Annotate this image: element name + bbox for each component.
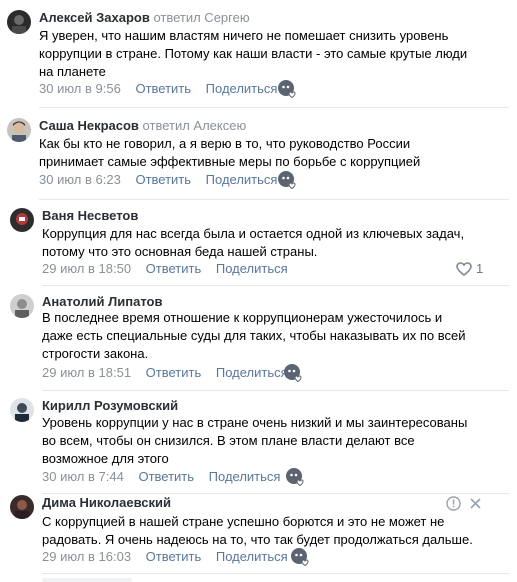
comment-text: Уровень коррупции у нас в стране очень н… — [42, 415, 468, 466]
replied-to[interactable]: ответил Алексею — [143, 118, 247, 133]
report-icon[interactable] — [446, 496, 461, 511]
reactions-icon[interactable] — [277, 78, 299, 100]
comment-author: Анатолий Липатов — [42, 294, 162, 310]
reply-button[interactable]: Ответить — [146, 549, 202, 564]
comment-author: Алексей Захаров ответил Сергею — [39, 10, 250, 26]
divider — [42, 285, 509, 286]
reactions-icon[interactable] — [290, 546, 312, 568]
divider — [42, 573, 509, 574]
reply-button[interactable]: Ответить — [135, 172, 191, 187]
reactions-icon[interactable] — [285, 466, 307, 488]
divider — [42, 390, 509, 391]
author-name[interactable]: Анатолий Липатов — [42, 294, 162, 309]
avatar[interactable] — [7, 10, 31, 34]
avatar[interactable] — [10, 208, 34, 232]
share-button[interactable]: Поделиться — [216, 365, 288, 380]
comment-text: Коррупция для нас всегда была и остается… — [42, 226, 465, 259]
author-name[interactable]: Дима Николаевский — [42, 495, 171, 510]
author-name[interactable]: Ваня Несветов — [42, 208, 138, 223]
share-button[interactable]: Поделиться — [206, 81, 278, 96]
share-button[interactable]: Поделиться — [209, 469, 281, 484]
avatar[interactable] — [10, 495, 34, 519]
comment-date[interactable]: 30 июл в 7:44 — [42, 469, 124, 484]
comment-author: Дима Николаевский — [42, 495, 171, 511]
share-button[interactable]: Поделиться — [216, 549, 288, 564]
comment-meta: 29 июл в 16:03 Ответить Поделиться — [42, 549, 288, 565]
comment-text: С коррупцией в нашей стране успешно борю… — [42, 514, 473, 547]
comment-meta: 30 июл в 9:56 Ответить Поделиться — [39, 81, 277, 97]
comment-author: Кирилл Розумовский — [42, 398, 178, 414]
divider — [39, 199, 509, 200]
comment-author: Саша Некрасов ответил Алексею — [39, 118, 246, 134]
comment-meta: 29 июл в 18:50 Ответить Поделиться — [42, 261, 288, 277]
close-icon[interactable] — [470, 498, 481, 509]
comment-text: В последнее время отношение к коррупцион… — [42, 310, 466, 361]
avatar[interactable] — [7, 118, 31, 142]
divider — [39, 107, 509, 108]
avatar[interactable] — [10, 294, 34, 318]
share-button[interactable]: Поделиться — [216, 261, 288, 276]
comment-meta: 29 июл в 18:51 Ответить Поделиться — [42, 365, 288, 381]
like-count: 1 — [476, 261, 484, 276]
comment-text: Как бы кто не говорил, а я верю в то, чт… — [39, 136, 421, 169]
author-name[interactable]: Кирилл Розумовский — [42, 398, 178, 413]
author-name[interactable]: Саша Некрасов — [39, 118, 139, 133]
reply-button[interactable]: Ответить — [135, 81, 191, 96]
reactions-icon[interactable] — [283, 362, 305, 384]
avatar[interactable] — [10, 398, 34, 422]
comment-meta: 30 июл в 6:23 Ответить Поделиться — [39, 172, 277, 188]
share-button[interactable]: Поделиться — [206, 172, 278, 187]
reply-button[interactable]: Ответить — [138, 469, 194, 484]
loading-placeholder — [42, 578, 132, 582]
comment-text: Я уверен, что нашим властям ничего не по… — [39, 28, 468, 79]
heart-icon — [456, 262, 472, 277]
replied-to[interactable]: ответил Сергею — [153, 10, 249, 25]
comment-date[interactable]: 29 июл в 18:51 — [42, 365, 131, 380]
comment-author: Ваня Несветов — [42, 208, 138, 224]
reactions-icon[interactable] — [277, 169, 299, 191]
reply-button[interactable]: Ответить — [146, 261, 202, 276]
author-name[interactable]: Алексей Захаров — [39, 10, 150, 25]
comment-date[interactable]: 30 июл в 9:56 — [39, 81, 121, 96]
comment-meta: 30 июл в 7:44 Ответить Поделиться — [42, 469, 280, 485]
comment-date[interactable]: 29 июл в 18:50 — [42, 261, 131, 276]
reply-button[interactable]: Ответить — [146, 365, 202, 380]
like-button[interactable]: 1 — [456, 261, 483, 277]
comment-date[interactable]: 30 июл в 6:23 — [39, 172, 121, 187]
divider — [42, 493, 509, 494]
comment-date[interactable]: 29 июл в 16:03 — [42, 549, 131, 564]
